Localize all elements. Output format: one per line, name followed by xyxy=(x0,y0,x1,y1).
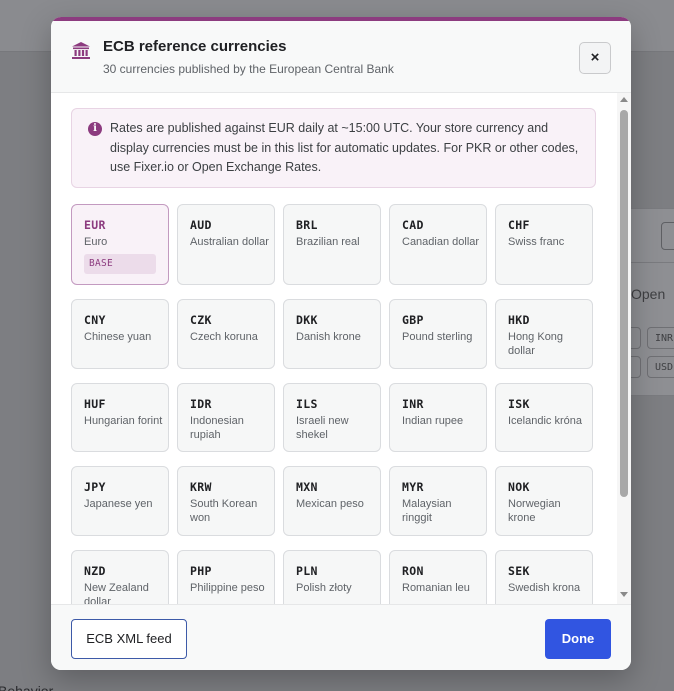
currency-card-czk[interactable]: CZK Czech koruna xyxy=(177,299,275,369)
background-chip-inr: INR xyxy=(647,327,674,349)
currency-name: New Zealand dollar xyxy=(84,582,149,604)
currency-code: GBP xyxy=(402,313,424,327)
currency-name: Australian dollar xyxy=(190,236,269,248)
currency-card-ils[interactable]: ILS Israeli new shekel xyxy=(283,383,381,452)
currency-code: PHP xyxy=(190,564,212,578)
currency-name: Euro xyxy=(84,236,108,248)
currency-card-myr[interactable]: MYR Malaysian ringgit xyxy=(389,466,487,536)
currency-code: KRW xyxy=(190,480,212,494)
currency-name: Hong Kong dollar xyxy=(508,331,564,357)
modal-header: ECB reference currencies 30 currencies p… xyxy=(51,21,631,93)
currency-card-brl[interactable]: BRL Brazilian real xyxy=(283,204,381,285)
base-badge: BASE xyxy=(84,254,156,274)
currency-name: Swedish krona xyxy=(508,582,581,594)
currency-code: HKD xyxy=(508,313,530,327)
currency-code: EUR xyxy=(84,218,106,232)
currency-name: Philippine peso xyxy=(190,582,265,594)
currency-card-ron[interactable]: RON Romanian leu xyxy=(389,550,487,604)
currency-code: CAD xyxy=(402,218,424,232)
currency-code: NZD xyxy=(84,564,106,578)
currency-code: IDR xyxy=(190,397,212,411)
background-chip-usd: USD xyxy=(647,356,674,378)
currency-name: Chinese yuan xyxy=(84,331,152,343)
currency-code: AUD xyxy=(190,218,212,232)
currency-card-eur[interactable]: EUR Euro BASE xyxy=(71,204,169,285)
currency-code: JPY xyxy=(84,480,106,494)
currency-name: Swiss franc xyxy=(508,236,565,248)
currency-card-nzd[interactable]: NZD New Zealand dollar xyxy=(71,550,169,604)
currency-name: Hungarian forint xyxy=(84,415,163,427)
currency-code: MXN xyxy=(296,480,318,494)
currency-card-idr[interactable]: IDR Indonesian rupiah xyxy=(177,383,275,452)
currency-card-aud[interactable]: AUD Australian dollar xyxy=(177,204,275,285)
currency-code: CZK xyxy=(190,313,212,327)
currency-card-pln[interactable]: PLN Polish złoty xyxy=(283,550,381,604)
modal-footer: ECB XML feed Done xyxy=(51,604,631,670)
currency-card-chf[interactable]: CHF Swiss franc xyxy=(495,204,593,285)
currency-name: Romanian leu xyxy=(402,582,470,594)
currency-card-inr[interactable]: INR Indian rupee xyxy=(389,383,487,452)
scroll-thumb[interactable] xyxy=(620,110,628,497)
currency-code: PLN xyxy=(296,564,318,578)
currency-card-php[interactable]: PHP Philippine peso xyxy=(177,550,275,604)
currency-card-mxn[interactable]: MXN Mexican peso xyxy=(283,466,381,536)
currency-card-sek[interactable]: SEK Swedish krona xyxy=(495,550,593,604)
currency-code: ISK xyxy=(508,397,530,411)
currency-name: South Korean won xyxy=(190,498,258,524)
currency-name: Brazilian real xyxy=(296,236,360,248)
info-callout: i Rates are published against EUR daily … xyxy=(71,108,596,188)
currency-code: SEK xyxy=(508,564,530,578)
scroll-down-arrow-icon[interactable] xyxy=(620,592,628,597)
currency-name: Polish złoty xyxy=(296,582,352,594)
currency-code: NOK xyxy=(508,480,530,494)
currency-name: Indonesian rupiah xyxy=(190,415,244,441)
background-bottom-text: Behavior xyxy=(0,683,54,691)
info-icon: i xyxy=(88,122,102,136)
currency-card-gbp[interactable]: GBP Pound sterling xyxy=(389,299,487,369)
currency-code: INR xyxy=(402,397,424,411)
currency-name: Canadian dollar xyxy=(402,236,480,248)
currency-name: Israeli new shekel xyxy=(296,415,349,441)
currency-name: Japanese yen xyxy=(84,498,153,510)
currency-code: RON xyxy=(402,564,424,578)
currency-card-isk[interactable]: ISK Icelandic króna xyxy=(495,383,593,452)
currency-code: DKK xyxy=(296,313,318,327)
close-button[interactable]: × xyxy=(579,42,611,74)
currency-name: Malaysian ringgit xyxy=(402,498,452,524)
background-button xyxy=(661,222,674,250)
currency-card-cad[interactable]: CAD Canadian dollar xyxy=(389,204,487,285)
bank-icon xyxy=(72,42,90,59)
currency-card-jpy[interactable]: JPY Japanese yen xyxy=(71,466,169,536)
scrollbar[interactable] xyxy=(617,93,631,604)
currency-card-hkd[interactable]: HKD Hong Kong dollar xyxy=(495,299,593,369)
currency-name: Mexican peso xyxy=(296,498,364,510)
info-text: Rates are published against EUR daily at… xyxy=(110,121,579,174)
currencies-modal: ECB reference currencies 30 currencies p… xyxy=(51,17,631,670)
done-button[interactable]: Done xyxy=(545,619,611,659)
currency-code: BRL xyxy=(296,218,318,232)
modal-body[interactable]: i Rates are published against EUR daily … xyxy=(51,93,631,604)
currency-code: MYR xyxy=(402,480,424,494)
modal-subtitle: 30 currencies published by the European … xyxy=(103,62,394,76)
currency-name: Indian rupee xyxy=(402,415,464,427)
scroll-up-arrow-icon[interactable] xyxy=(620,97,628,102)
currency-code: CNY xyxy=(84,313,106,327)
currency-card-dkk[interactable]: DKK Danish krone xyxy=(283,299,381,369)
modal-title: ECB reference currencies xyxy=(103,38,287,55)
currency-code: CHF xyxy=(508,218,530,232)
currency-card-cny[interactable]: CNY Chinese yuan xyxy=(71,299,169,369)
currency-card-huf[interactable]: HUF Hungarian forint xyxy=(71,383,169,452)
ecb-xml-feed-button[interactable]: ECB XML feed xyxy=(71,619,187,659)
currency-code: ILS xyxy=(296,397,318,411)
background-open-label: Open xyxy=(631,286,666,302)
currency-name: Czech koruna xyxy=(190,331,258,343)
currency-card-nok[interactable]: NOK Norwegian krone xyxy=(495,466,593,536)
currency-name: Icelandic króna xyxy=(508,415,582,427)
currency-code: HUF xyxy=(84,397,106,411)
currency-name: Norwegian krone xyxy=(508,498,561,524)
currency-name: Danish krone xyxy=(296,331,361,343)
currency-card-krw[interactable]: KRW South Korean won xyxy=(177,466,275,536)
currency-name: Pound sterling xyxy=(402,331,473,343)
